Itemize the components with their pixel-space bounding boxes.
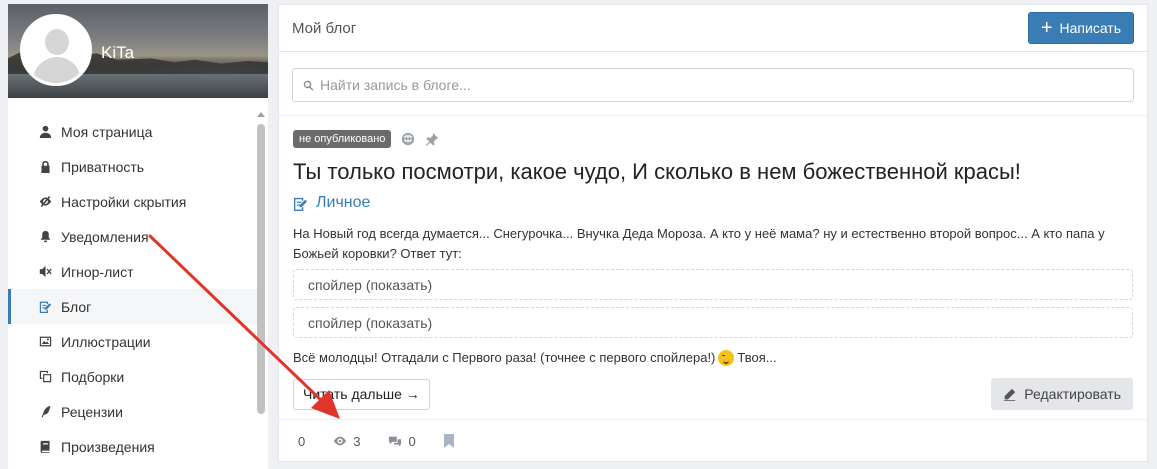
write-button[interactable]: + Написать [1027, 12, 1134, 44]
blog-post: не опубликовано Ты только посмотри, како… [279, 116, 1147, 410]
sidebar-item-label: Игнор-лист [61, 263, 134, 280]
blog-edit-icon [38, 300, 52, 314]
sidebar-item-label: Произведения [61, 438, 155, 455]
sidebar-item-notifications[interactable]: Уведомления [8, 219, 258, 254]
avatar[interactable] [20, 14, 92, 86]
sidebar-item-reviews[interactable]: Рецензии [8, 394, 258, 429]
blog-panel: Мой блог + Написать Найти запись в блоге… [278, 4, 1148, 462]
profile-cover: KiTa [8, 4, 268, 98]
book-icon [38, 440, 52, 454]
lock-icon [38, 160, 52, 174]
comments-value: 0 [408, 433, 416, 449]
post-title[interactable]: Ты только посмотри, какое чудо, И скольк… [293, 158, 1133, 186]
sidebar-menu: Моя страница Приватность Настройки скрыт… [8, 114, 258, 464]
user-name[interactable]: KiTa [101, 43, 134, 63]
sidebar-item-label: Моя страница [61, 123, 153, 140]
bookmark-icon [443, 434, 454, 448]
read-more-button[interactable]: Читать дальше → [293, 378, 430, 410]
search-icon [303, 80, 314, 91]
sidebar-item-label: Иллюстрации [61, 333, 151, 350]
sidebar-item-my-page[interactable]: Моя страница [8, 114, 258, 149]
collections-icon [38, 370, 52, 384]
post-category[interactable]: Личное [293, 194, 1133, 212]
wink-emoji-icon [718, 350, 735, 366]
eye-icon [334, 436, 347, 446]
picture-icon [38, 335, 52, 349]
views-value: 3 [353, 433, 361, 449]
write-button-label: Написать [1059, 20, 1121, 36]
sidebar: KiTa Моя страница Приватность Настройки … [8, 4, 268, 469]
scroll-up-arrow[interactable] [257, 112, 265, 117]
status-badge: не опубликовано [293, 130, 392, 148]
search-input[interactable]: Найти запись в блоге... [292, 68, 1134, 102]
sidebar-item-blog[interactable]: Блог [8, 289, 258, 324]
sidebar-item-label: Рецензии [61, 403, 123, 420]
likes-count[interactable]: 0 [298, 434, 305, 449]
sidebar-item-collections[interactable]: Подборки [8, 359, 258, 394]
sidebar-item-hiding-settings[interactable]: Настройки скрытия [8, 184, 258, 219]
sidebar-item-label: Уведомления [61, 228, 149, 245]
bell-icon [38, 230, 52, 244]
excerpt-text: Всё молодцы! Отгадали с Первого раза! (т… [293, 350, 716, 365]
sidebar-item-ignore-list[interactable]: Игнор-лист [8, 254, 258, 289]
pin-icon[interactable] [425, 132, 439, 146]
sidebar-item-label: Приватность [61, 158, 145, 175]
page-title: Мой блог [292, 19, 357, 37]
edit-button-label: Редактировать [1024, 386, 1121, 402]
views-count: 3 [333, 434, 360, 449]
sidebar-item-illustrations[interactable]: Иллюстрации [8, 324, 258, 359]
sidebar-item-works[interactable]: Произведения [8, 429, 258, 464]
edit-button[interactable]: Редактировать [991, 378, 1133, 410]
eye-slash-icon [38, 195, 52, 209]
comments-icon [389, 436, 402, 447]
comments-count[interactable]: 0 [388, 433, 416, 449]
sidebar-item-label: Подборки [61, 368, 125, 385]
post-excerpt: На Новый год всегда думается... Снегуроч… [293, 226, 1105, 261]
mute-icon [38, 265, 52, 279]
sidebar-scrollbar[interactable] [257, 124, 265, 414]
category-label: Личное [316, 194, 371, 211]
plus-icon: + [1040, 17, 1053, 39]
sidebar-item-privacy[interactable]: Приватность [8, 149, 258, 184]
bookmark-button[interactable] [443, 434, 460, 448]
blog-edit-icon [293, 197, 308, 211]
spoiler-toggle[interactable]: спойлер (показать) [293, 307, 1133, 338]
quill-icon [38, 405, 52, 419]
sidebar-item-label: Блог [61, 298, 92, 315]
globe-icon[interactable] [401, 132, 415, 146]
sidebar-item-label: Настройки скрытия [61, 193, 187, 210]
pencil-icon [1004, 388, 1016, 401]
search-placeholder: Найти запись в блоге... [320, 77, 471, 93]
blog-header: Мой блог + Написать [279, 5, 1147, 52]
user-icon [38, 125, 52, 139]
post-excerpt-continued: Всё молодцы! Отгадали с Первого раза! (т… [293, 348, 1133, 368]
likes-value: 0 [298, 433, 306, 449]
spoiler-toggle[interactable]: спойлер (показать) [293, 269, 1133, 300]
post-stats: 0 3 0 [279, 419, 1147, 462]
excerpt-text-end: Твоя... [737, 350, 777, 365]
